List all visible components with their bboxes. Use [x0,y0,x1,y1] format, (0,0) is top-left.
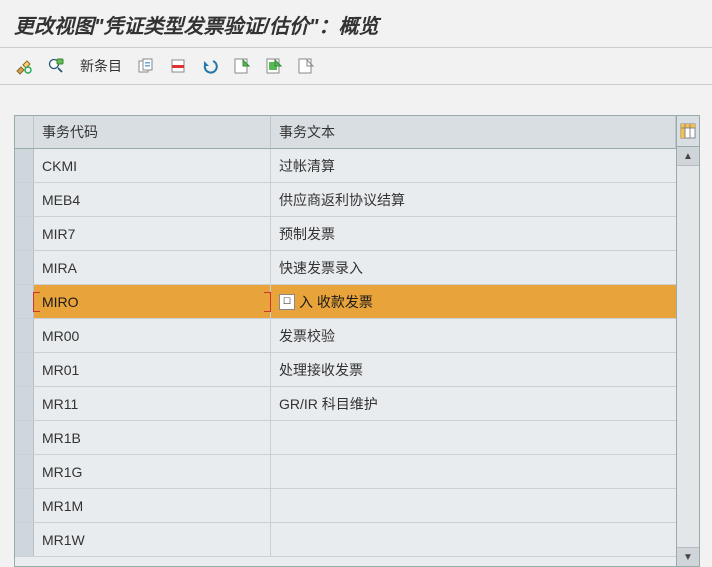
cell-text[interactable] [271,489,676,522]
cell-text-value: 供应商返利协议结算 [279,190,405,210]
value-help-icon[interactable]: ☐ [279,294,295,310]
cell-text[interactable]: ☐入 收款发票 [271,285,676,318]
cell-text[interactable]: 预制发票 [271,217,676,250]
table-row[interactable]: MR1B [15,421,676,455]
data-grid: 事务代码 事务文本 CKMI过帐清算MEB4供应商返利协议结算MIR7预制发票M… [15,116,676,566]
table-row[interactable]: MIR7 预制发票 [15,217,676,251]
row-selector[interactable] [15,455,34,488]
delete-icon[interactable] [168,56,188,76]
row-selector[interactable] [15,489,34,522]
row-selector[interactable] [15,285,34,318]
cell-code[interactable]: MR11 [34,387,271,420]
cell-code[interactable]: MR1G [34,455,271,488]
row-selector[interactable] [15,523,34,556]
table-row[interactable]: MR1W [15,523,676,557]
cell-text[interactable]: 发票校验 [271,319,676,352]
table-row[interactable]: MIRA 快速发票录入 [15,251,676,285]
new-entry-button[interactable]: 新条目 [78,56,124,76]
cell-text[interactable] [271,523,676,556]
cell-text[interactable] [271,455,676,488]
cell-text-value: 过帐清算 [279,156,335,176]
cell-code[interactable]: MR1B [34,421,271,454]
table-row[interactable]: MR1M [15,489,676,523]
row-selector[interactable] [15,319,34,352]
cell-code[interactable]: MR1W [34,523,271,556]
cell-text-value: 预制发票 [279,224,335,244]
column-header-text[interactable]: 事务文本 [271,116,676,148]
table-header: 事务代码 事务文本 [15,116,676,149]
cell-text-value: 发票校验 [279,326,335,346]
table-row[interactable]: MR00 发票校验 [15,319,676,353]
cell-text[interactable]: 过帐清算 [271,149,676,182]
find-icon[interactable] [46,56,66,76]
toolbar: 新条目 [0,48,712,84]
table-row[interactable]: CKMI 过帐清算 [15,149,676,183]
row-selector[interactable] [15,421,34,454]
table-row[interactable]: MEB4 供应商返利协议结算 [15,183,676,217]
scroll-down-icon[interactable]: ▼ [677,547,699,566]
cell-code[interactable]: MEB4 [34,183,271,216]
cell-code[interactable]: MIRO [34,285,271,318]
table-row[interactable]: MIRO☐入 收款发票 [15,285,676,319]
undo-icon[interactable] [200,56,220,76]
scroll-up-icon[interactable]: ▲ [677,147,699,166]
select-all-icon[interactable] [232,56,252,76]
cell-text[interactable]: 快速发票录入 [271,251,676,284]
cell-text[interactable]: 供应商返利协议结算 [271,183,676,216]
cell-code[interactable]: MIRA [34,251,271,284]
table-row[interactable]: MR11 GR/IR 科目维护 [15,387,676,421]
select-block-icon[interactable] [264,56,284,76]
row-selector[interactable] [15,251,34,284]
table-row[interactable]: MR1G [15,455,676,489]
row-selector[interactable] [15,353,34,386]
copy-as-icon[interactable] [136,56,156,76]
cell-code[interactable]: MR1M [34,489,271,522]
cell-text[interactable] [271,421,676,454]
cell-code[interactable]: CKMI [34,149,271,182]
table-body: CKMI过帐清算MEB4供应商返利协议结算MIR7预制发票MIRA快速发票录入M… [15,149,676,566]
row-selector-header[interactable] [15,116,34,148]
table-container: 事务代码 事务文本 CKMI过帐清算MEB4供应商返利协议结算MIR7预制发票M… [14,115,700,567]
deselect-all-icon[interactable] [296,56,316,76]
cell-text-value: GR/IR 科目维护 [279,394,378,414]
cell-text[interactable]: GR/IR 科目维护 [271,387,676,420]
page-title: 更改视图"凭证类型发票验证/估价"：概览 [0,0,712,47]
right-gutter: ▲ ▼ [676,116,699,566]
cell-text-value: 快速发票录入 [279,258,363,278]
row-selector[interactable] [15,217,34,250]
row-selector[interactable] [15,387,34,420]
configure-columns-icon[interactable] [677,116,699,147]
column-header-code[interactable]: 事务代码 [34,116,271,148]
row-selector[interactable] [15,183,34,216]
row-selector[interactable] [15,149,34,182]
cell-code[interactable]: MR01 [34,353,271,386]
cell-text-value: 处理接收发票 [279,360,363,380]
sap-window: 更改视图"凭证类型发票验证/估价"：概览 新条目 [0,0,712,567]
divider [0,84,712,85]
cell-text[interactable]: 处理接收发票 [271,353,676,386]
toggle-display-change-icon[interactable] [14,56,34,76]
vertical-scrollbar[interactable]: ▲ ▼ [677,147,699,566]
cell-code[interactable]: MR00 [34,319,271,352]
cell-text-value: 入 收款发票 [299,292,373,312]
table-row[interactable]: MR01 处理接收发票 [15,353,676,387]
cell-code[interactable]: MIR7 [34,217,271,250]
